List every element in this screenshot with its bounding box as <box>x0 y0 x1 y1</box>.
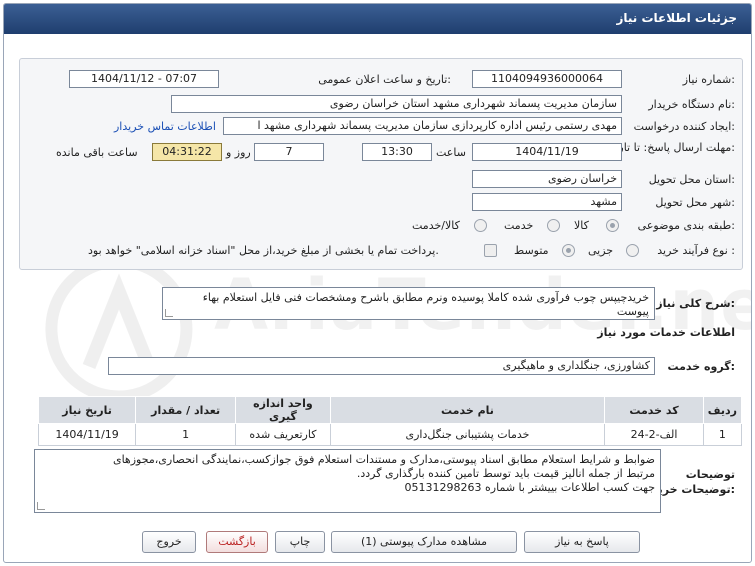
description-label: شرح کلی نیاز: <box>656 297 735 310</box>
remaining-time-field: 04:31:22 <box>152 143 222 161</box>
process-radio-medium[interactable] <box>562 244 575 257</box>
buyer-contact-link[interactable]: اطلاعات تماس خریدار <box>114 120 216 133</box>
info-box <box>19 58 743 270</box>
exit-button[interactable]: خروج <box>142 531 196 553</box>
category-radio-service[interactable] <box>547 219 560 232</box>
category-option-service: خدمت <box>504 219 534 232</box>
buyer-notes-line-3: جهت کسب اطلاعات بییشتر با شماره 05131298… <box>404 481 655 494</box>
announce-field[interactable]: 1404/11/12 - 07:07 <box>69 70 219 88</box>
cell-name: خدمات پشتیبانی جنگل‌داری <box>329 423 606 446</box>
treasury-checkbox[interactable] <box>484 244 497 257</box>
deadline-date-field[interactable]: 1404/11/19 <box>472 143 622 161</box>
page-title: جزئیات اطلاعات نیاز <box>616 11 737 25</box>
category-option-goods-service: کالا/خدمت <box>412 219 460 232</box>
deadline-time-field[interactable]: 13:30 <box>362 143 432 161</box>
category-label: طبقه بندی موضوعی: <box>637 219 735 232</box>
process-label: نوع فرآیند خرید : <box>657 244 735 257</box>
view-attachments-button[interactable]: مشاهده مدارک پیوستی (1) <box>331 531 517 553</box>
buyer-notes-line-1: ضوابط و شرایط استعلام مطابق اسناد پیوستی… <box>112 453 655 466</box>
reply-button[interactable]: پاسخ به نیاز <box>524 531 640 553</box>
remaining-label: ساعت باقی مانده <box>56 146 138 159</box>
announce-label: تاریخ و ساعت اعلان عمومی: <box>318 73 451 86</box>
need-details-panel: جزئیات اطلاعات نیاز AriaTender.net شماره… <box>3 3 752 563</box>
service-group-label: گروه خدمت: <box>667 360 735 373</box>
province-field[interactable]: خراسان رضوی <box>472 170 622 188</box>
creator-field[interactable]: مهدی رستمی رئیس اداره کارپردازی سازمان م… <box>223 117 622 135</box>
cell-row: 1 <box>702 423 743 446</box>
description-textarea[interactable]: خریدچیپس چوب فرآوری شده کاملا پوسیده ونر… <box>162 287 655 320</box>
col-date: تاریخ نیاز <box>37 396 137 424</box>
cell-code: الف-2-24 <box>604 423 704 446</box>
buyer-notes-textarea[interactable]: ضوابط و شرایط استعلام مطابق اسناد پیوستی… <box>34 449 661 513</box>
category-radio-goods[interactable] <box>606 219 619 232</box>
print-button[interactable]: چاپ <box>275 531 325 553</box>
buyer-field[interactable]: سازمان مدیریت پسماند شهرداری مشهد استان … <box>171 95 622 113</box>
table-row[interactable]: 1 الف-2-24 خدمات پشتیبانی جنگل‌داری کارت… <box>37 423 743 446</box>
cell-quantity: 1 <box>135 423 237 446</box>
description-text: خریدچیپس چوب فرآوری شده کاملا پوسیده ونر… <box>202 291 649 318</box>
process-radio-minor[interactable] <box>626 244 639 257</box>
need-number-field[interactable]: 1104094936000064 <box>472 70 622 88</box>
city-label: شهر محل تحویل: <box>655 196 735 209</box>
watermark-logo <box>45 255 193 403</box>
city-field[interactable]: مشهد <box>472 193 622 211</box>
col-quantity: تعداد / مقدار <box>135 396 237 424</box>
days-label: روز و <box>226 146 251 159</box>
creator-label: ایجاد کننده درخواست: <box>633 120 735 133</box>
deadline-label: مهلت ارسال پاسخ: تا تاریخ: <box>608 141 735 154</box>
process-option-minor: جزیی <box>588 244 614 257</box>
payment-note: پرداخت تمام یا بخشی از مبلغ خرید،از محل … <box>88 244 439 257</box>
province-label: استان محل تحویل: <box>648 173 735 186</box>
services-section-title: اطلاعات خدمات مورد نیاز <box>597 326 735 339</box>
buyer-label: نام دستگاه خریدار: <box>648 98 735 111</box>
buyer-notes-line-2: مرتبط از جمله انالیز قیمت باید توسط تامی… <box>356 467 655 480</box>
buyer-notes-label-1: توضیحات <box>685 468 735 481</box>
back-button[interactable]: بازگشت <box>206 531 268 553</box>
service-group-field[interactable]: کشاورزی، جنگلداری و ماهیگیری <box>108 357 655 375</box>
services-table: ردیف کد خدمت نام خدمت واحد اندازه گیری ت… <box>37 396 743 446</box>
col-name: نام خدمت <box>329 396 606 424</box>
col-unit: واحد اندازه گیری <box>235 396 331 424</box>
col-row: ردیف <box>702 396 743 424</box>
process-option-medium: متوسط <box>514 244 549 257</box>
category-option-goods: کالا <box>574 219 589 232</box>
title-bar: جزئیات اطلاعات نیاز <box>4 4 751 34</box>
deadline-time-label: ساعت <box>436 146 466 159</box>
need-number-label: شماره نیاز: <box>682 73 735 86</box>
cell-date: 1404/11/19 <box>37 423 137 446</box>
resize-handle-icon[interactable] <box>165 309 173 317</box>
category-radio-goods-service[interactable] <box>474 219 487 232</box>
services-table-header: ردیف کد خدمت نام خدمت واحد اندازه گیری ت… <box>37 396 743 424</box>
col-code: کد خدمت <box>604 396 704 424</box>
days-field[interactable]: 7 <box>254 143 324 161</box>
resize-handle-icon[interactable] <box>37 502 45 510</box>
cell-unit: کارتعریف شده <box>235 423 331 446</box>
